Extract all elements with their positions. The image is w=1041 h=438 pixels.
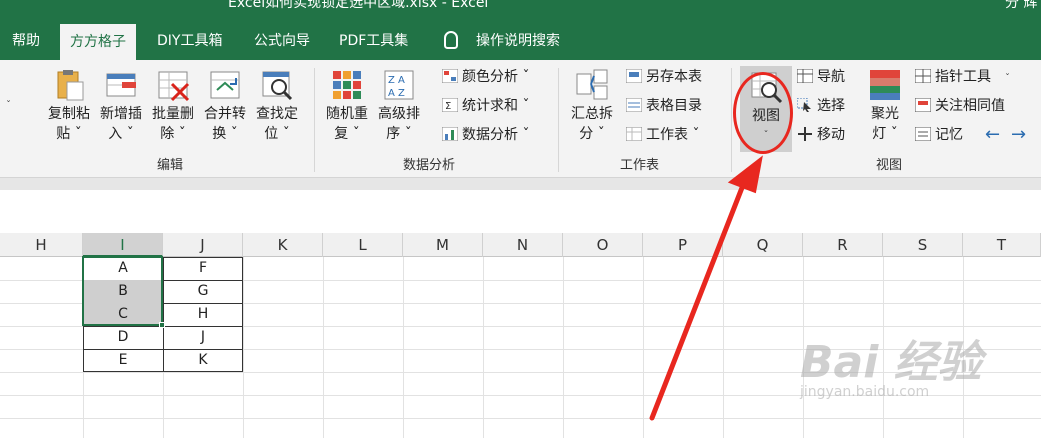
watermark-brand: Bai 经验 <box>800 337 982 388</box>
watermark-url: jingyan.baidu.com <box>800 384 930 400</box>
watermark: Bai 经验 jingyan.baidu.com <box>800 326 982 400</box>
